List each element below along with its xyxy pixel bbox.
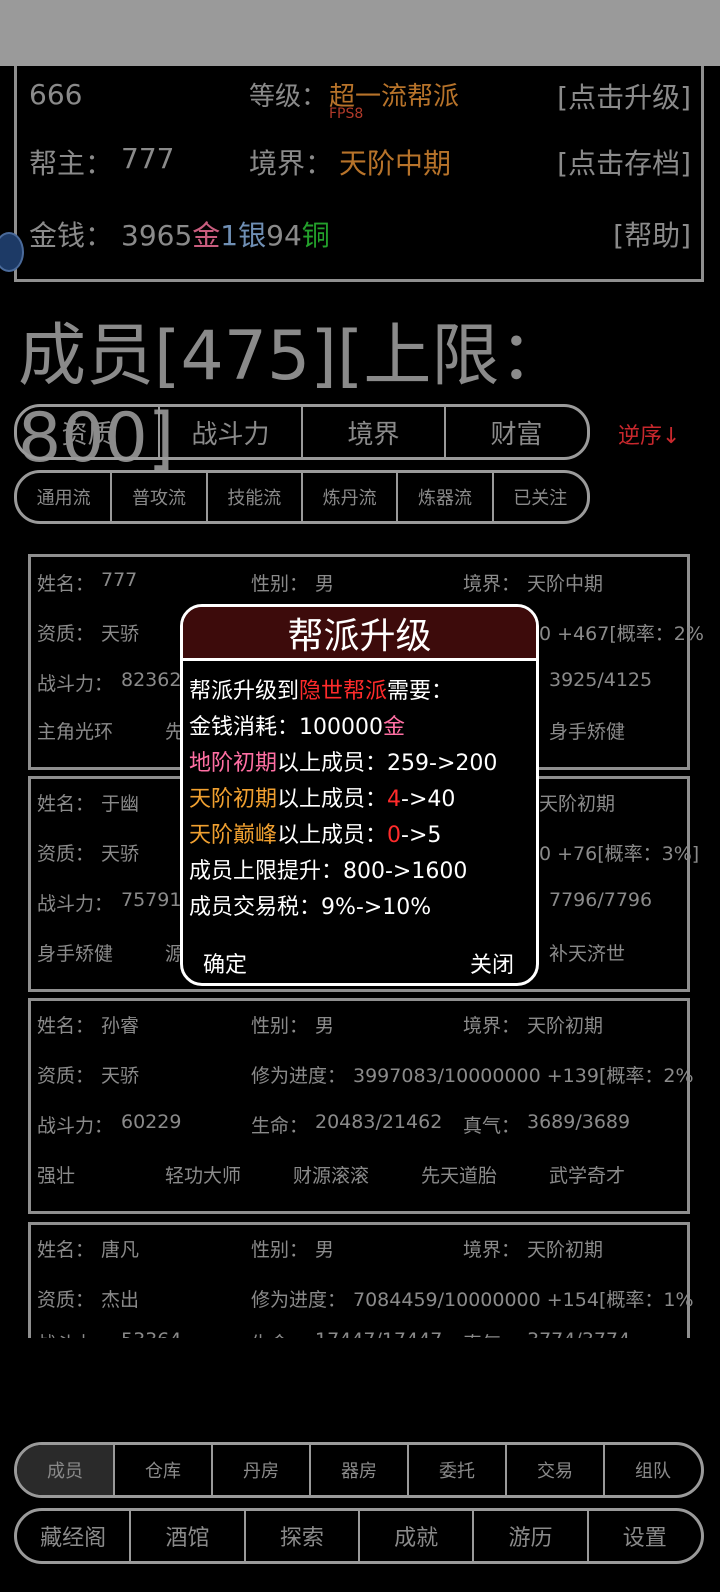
aptitude-label: 资质： [37,1065,95,1087]
member-card[interactable]: 姓名： 唐凡 性别： 男 境界： 天阶初期 资质： 杰出 修为进度： 70844… [28,1222,694,1338]
life-label: 生命： [251,1115,309,1137]
aptitude-label: 资质： [37,623,95,645]
member-gender: 男 [315,1239,335,1261]
nav-explore[interactable]: 探索 [246,1511,360,1561]
member-progress: 0 +467[概率：2% [539,623,704,645]
member-name: 唐凡 [101,1239,140,1261]
member-progress: 7084459/10000000 +154[概率：1% [353,1289,694,1311]
member-progress: 3997083/10000000 +139[概率：2% [353,1065,694,1087]
member-power: 82362 [121,669,182,691]
trait: 主角光环 [37,721,114,743]
secondary-nav: 藏经阁 酒馆 探索 成就 游历 设置 [14,1508,704,1564]
trait: 武学奇才 [549,1165,626,1187]
nav-tavern[interactable]: 酒馆 [131,1511,246,1561]
realm-label: 境界： [463,573,521,595]
member-power: 75791 [121,889,182,911]
member-name: 于幽 [101,793,140,815]
member-qi: 3689/3689 [527,1111,631,1133]
req-heaven-early-line: 天阶初期以上成员：4->40 [189,787,456,812]
member-qi: 7796/7796 [549,889,653,911]
trait: 先天道胎 [421,1165,498,1187]
aptitude-label: 资质： [37,843,95,865]
nav-trade[interactable]: 交易 [507,1445,605,1495]
nav-alchemy-room[interactable]: 丹房 [213,1445,311,1495]
member-qi: 3925/4125 [549,669,653,691]
member-name: 孙睿 [101,1015,140,1037]
close-button[interactable]: 关闭 [470,947,514,979]
dialog-title: 帮派升级 [183,607,536,661]
trait: 财源滚滚 [293,1165,370,1187]
member-progress: 0 +76[概率：3%] [539,843,700,865]
nav-forge-room[interactable]: 器房 [311,1445,409,1495]
power-label: 战斗力： [37,673,114,695]
qi-label: 真气： [463,1329,520,1338]
name-label: 姓名： [37,793,95,815]
tax-line: 成员交易税：9%->10% [189,895,432,920]
gender-label: 性别： [251,1015,309,1037]
member-gender: 男 [315,573,335,595]
gender-label: 性别： [251,573,309,595]
power-label: 战斗力： [37,1329,113,1338]
req-heaven-peak-line: 天阶巅峰以上成员：0->5 [189,823,442,848]
name-label: 姓名： [37,1239,95,1261]
member-realm: 天阶中期 [527,573,604,595]
trait: 身手矫健 [37,943,114,965]
member-name: 777 [101,569,138,591]
realm-label: 境界： [463,1239,521,1261]
member-aptitude: 杰出 [101,1289,140,1311]
member-gender: 男 [315,1015,335,1037]
name-label: 姓名： [37,1015,95,1037]
member-realm: 天阶初期 [527,1239,604,1261]
progress-label: 修为进度： [251,1289,347,1311]
nav-travel[interactable]: 游历 [474,1511,589,1561]
guild-upgrade-dialog: 帮派升级 帮派升级到隐世帮派需要： 金钱消耗：100000金 地阶初期以上成员：… [180,604,539,986]
req-earth-line: 地阶初期以上成员：259->200 [189,751,498,776]
upgrade-target-line: 帮派升级到隐世帮派需要： [189,679,454,704]
trait: 身手矫健 [549,721,626,743]
nav-library[interactable]: 藏经阁 [17,1511,132,1561]
member-aptitude: 天骄 [101,843,140,865]
qi-label: 真气： [463,1115,521,1137]
member-life: 17447/17447 [315,1329,442,1338]
progress-label: 修为进度： [251,1065,347,1087]
member-aptitude: 天骄 [101,1065,140,1087]
member-realm: 天阶初期 [527,1015,604,1037]
trait: 补天济世 [549,943,626,965]
limit-line: 成员上限提升：800->1600 [189,859,468,884]
trait: 轻功大师 [165,1165,242,1187]
life-label: 生命： [251,1329,308,1338]
realm-label: 境界： [463,1015,521,1037]
member-aptitude: 天骄 [101,623,140,645]
trait: 强壮 [37,1165,76,1187]
nav-commission[interactable]: 委托 [409,1445,507,1495]
power-label: 战斗力： [37,893,114,915]
app-root: { "header": { "guild_name": "666", "leve… [0,0,720,1592]
nav-team[interactable]: 组队 [605,1445,701,1495]
member-qi: 3774/3774 [527,1329,630,1338]
member-realm: 天阶初期 [539,793,616,815]
nav-settings[interactable]: 设置 [589,1511,701,1561]
nav-members[interactable]: 成员 [17,1445,115,1495]
member-power: 60229 [121,1111,182,1133]
member-life: 20483/21462 [315,1111,443,1133]
gender-label: 性别： [251,1239,309,1261]
member-card[interactable]: 姓名： 孙睿 性别： 男 境界： 天阶初期 资质： 天骄 修为进度： 39970… [28,998,694,1214]
aptitude-label: 资质： [37,1289,95,1311]
power-label: 战斗力： [37,1115,114,1137]
name-label: 姓名： [37,573,95,595]
nav-warehouse[interactable]: 仓库 [115,1445,213,1495]
nav-achievements[interactable]: 成就 [360,1511,475,1561]
confirm-button[interactable]: 确定 [203,947,247,979]
cost-line: 金钱消耗：100000金 [189,715,406,740]
main-nav: 成员 仓库 丹房 器房 委托 交易 组队 [14,1442,704,1498]
member-power: 53364 [121,1329,181,1338]
